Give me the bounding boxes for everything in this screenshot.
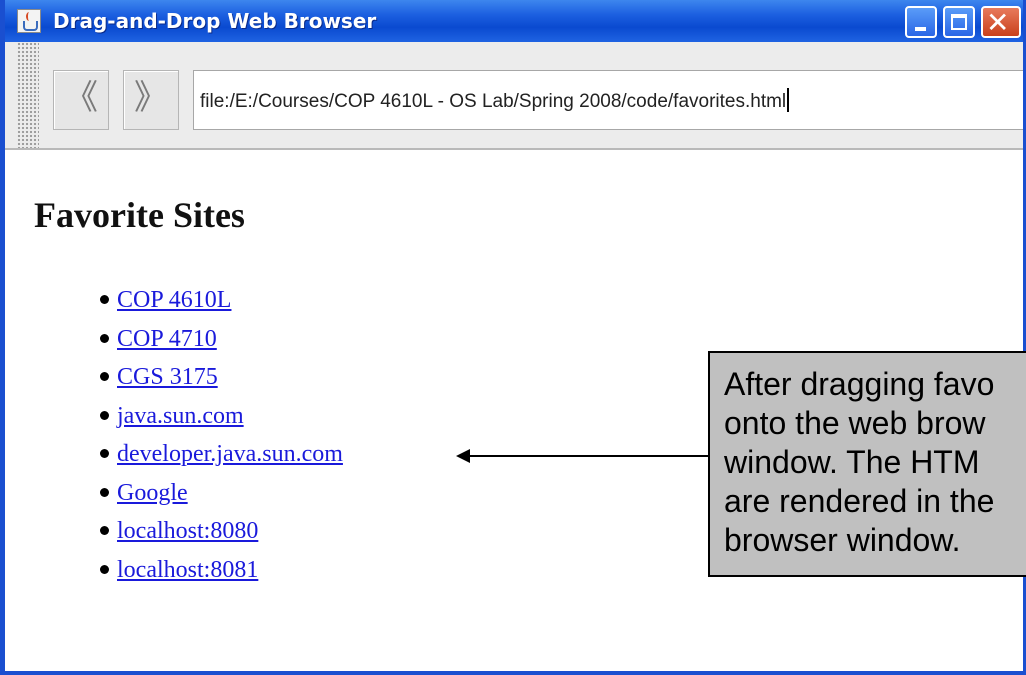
bullet-icon [100, 295, 109, 304]
bullet-icon [100, 333, 109, 343]
callout-line: onto the web brow [724, 405, 986, 441]
callout-line: are rendered in the [724, 483, 995, 519]
list-item: CGS 3175 [100, 363, 343, 402]
favorite-link[interactable]: localhost:8080 [117, 518, 258, 544]
list-item: localhost:8080 [100, 517, 343, 556]
list-item: developer.java.sun.com [100, 440, 343, 479]
maximize-button[interactable] [943, 6, 975, 38]
list-item: java.sun.com [100, 402, 343, 441]
favorites-list: COP 4610L COP 4710 CGS 3175 java.sun.com… [100, 286, 343, 594]
forward-button[interactable]: 》 [123, 70, 179, 130]
toolbar: 《 》 file:/E:/Courses/COP 4610L - OS Lab/… [5, 42, 1023, 156]
java-coffee-icon [17, 9, 41, 33]
favorite-link[interactable]: Google [117, 480, 188, 506]
double-chevron-right-icon: 》 [134, 78, 168, 118]
list-item: localhost:8081 [100, 556, 343, 595]
favorite-link[interactable]: developer.java.sun.com [117, 441, 343, 467]
arrow-left-icon [456, 449, 470, 463]
callout-line: browser window. [724, 522, 961, 558]
list-item: COP 4710 [100, 325, 343, 364]
text-caret [787, 88, 790, 112]
list-item: Google [100, 479, 343, 518]
favorite-link[interactable]: CGS 3175 [117, 364, 218, 390]
favorite-link[interactable]: COP 4710 [117, 326, 217, 352]
title-bar[interactable]: Drag-and-Drop Web Browser ✕ [5, 0, 1023, 42]
minimize-button[interactable] [905, 6, 937, 38]
bullet-icon [100, 487, 109, 497]
favorite-link[interactable]: java.sun.com [117, 403, 244, 429]
callout-line: window. The HTM [724, 444, 980, 480]
minimize-icon [915, 27, 926, 31]
maximize-icon [951, 14, 967, 30]
back-button[interactable]: 《 [53, 70, 109, 130]
callout-line: After dragging favo [724, 366, 995, 402]
bullet-icon [100, 372, 109, 381]
bullet-icon [100, 564, 109, 574]
close-button[interactable]: ✕ [981, 6, 1021, 39]
bullet-icon [100, 410, 109, 420]
list-item: COP 4610L [100, 286, 343, 325]
toolbar-grip-handle[interactable] [17, 42, 39, 156]
favorite-link[interactable]: localhost:8081 [117, 557, 258, 583]
bullet-icon [100, 449, 109, 458]
double-chevron-left-icon: 《 [64, 78, 98, 118]
bullet-icon [100, 526, 109, 535]
close-icon: ✕ [986, 6, 1010, 39]
url-text: file:/E:/Courses/COP 4610L - OS Lab/Spri… [200, 91, 787, 112]
page-heading: Favorite Sites [34, 195, 245, 235]
window-title: Drag-and-Drop Web Browser [53, 9, 377, 33]
url-input[interactable]: file:/E:/Courses/COP 4610L - OS Lab/Spri… [193, 70, 1023, 130]
annotation-callout: After dragging favo onto the web brow wi… [708, 351, 1026, 577]
annotation-arrow-line [468, 455, 708, 457]
favorite-link[interactable]: COP 4610L [117, 287, 231, 313]
